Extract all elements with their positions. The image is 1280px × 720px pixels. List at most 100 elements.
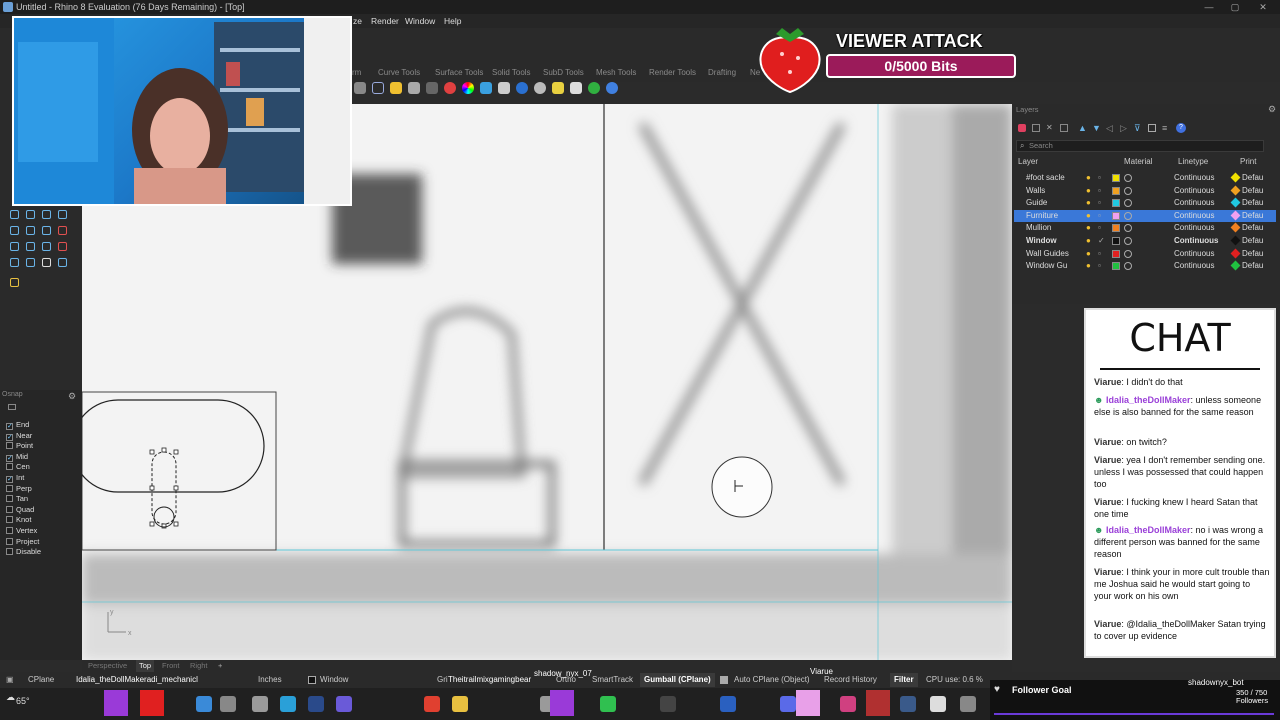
layer-row[interactable]: #foot sacle ● ▫ Continuous Defau — [1014, 172, 1276, 184]
tab-perspective[interactable]: Perspective — [88, 660, 127, 672]
globe-icon[interactable] — [588, 82, 600, 94]
col-layer[interactable]: Layer — [1018, 157, 1038, 166]
osnap-cen[interactable]: Cen — [6, 462, 30, 472]
layer-print[interactable]: Defau — [1242, 210, 1263, 222]
layer-row[interactable]: Window ● ✓ Continuous Defau — [1014, 235, 1276, 247]
print-color-icon[interactable] — [1230, 222, 1241, 233]
osnap-int[interactable]: ✓ Int — [6, 473, 24, 483]
material-icon[interactable] — [1124, 199, 1132, 208]
layer-color-swatch[interactable] — [1112, 224, 1120, 233]
osnap-point[interactable]: Point — [6, 441, 33, 451]
osnap-checkbox[interactable] — [6, 484, 13, 492]
menu-window[interactable]: Window — [405, 14, 435, 28]
layer-row[interactable]: Window Gu ● ▫ Continuous Defau — [1014, 260, 1276, 272]
layer-print[interactable]: Defau — [1242, 222, 1263, 234]
layer-linetype[interactable]: Continuous — [1174, 197, 1214, 209]
print-color-icon[interactable] — [1230, 172, 1241, 183]
rotate-view-icon[interactable] — [372, 82, 384, 94]
osnap-tan[interactable]: Tan — [6, 494, 28, 504]
word-icon[interactable] — [720, 696, 736, 712]
layer-linetype[interactable]: Continuous — [1174, 222, 1214, 234]
osnap-checkbox[interactable] — [6, 463, 13, 471]
lock-icon[interactable]: ▫ — [1098, 185, 1101, 197]
visibility-bulb-icon[interactable]: ● — [1086, 210, 1091, 222]
tab-front[interactable]: Front — [162, 660, 180, 672]
filter-icon[interactable]: ⊽ — [1134, 123, 1141, 134]
curve-tool-icon[interactable] — [58, 210, 67, 219]
text-tool-icon[interactable] — [10, 226, 19, 235]
visibility-bulb-icon[interactable]: ● — [1086, 222, 1091, 234]
print-color-icon[interactable] — [1230, 197, 1241, 208]
print-color-icon[interactable] — [1230, 260, 1241, 271]
layer-color-swatch[interactable] — [1112, 211, 1120, 220]
layer-linetype[interactable]: Continuous — [1174, 235, 1218, 247]
layer-linetype[interactable]: Continuous — [1174, 260, 1214, 272]
circle-tool-icon[interactable] — [42, 226, 51, 235]
toolbar-icon[interactable] — [354, 82, 366, 94]
layer-print[interactable]: Defau — [1242, 185, 1263, 197]
list-view-icon[interactable]: ≡ — [1162, 123, 1167, 133]
analyze-tool-icon[interactable] — [58, 258, 67, 267]
material-icon[interactable] — [1124, 262, 1132, 271]
osnap-vertex[interactable]: Vertex — [6, 526, 37, 536]
add-viewport-icon[interactable]: + — [218, 660, 222, 672]
solid-tool-icon[interactable] — [42, 242, 51, 251]
menu-render[interactable]: Render — [371, 14, 399, 28]
mesh-tool-icon[interactable] — [58, 242, 67, 251]
new-sublayer-icon[interactable] — [1032, 124, 1040, 132]
lock-icon[interactable]: ▫ — [1098, 248, 1101, 260]
layer-color-swatch[interactable] — [1112, 262, 1120, 271]
osnap-project[interactable]: Project — [6, 537, 39, 547]
osnap-knot[interactable]: Knot — [6, 515, 31, 525]
osnap-checkbox[interactable] — [6, 505, 13, 513]
steam-icon[interactable] — [900, 696, 916, 712]
status-record-history[interactable]: Record History — [824, 672, 877, 688]
app-icon[interactable] — [960, 696, 976, 712]
layer-color-swatch[interactable] — [1112, 186, 1120, 195]
game-icon[interactable] — [840, 696, 856, 712]
pencil-tool-icon[interactable] — [10, 278, 19, 287]
status-gumball[interactable]: Gumball (CPlane) — [640, 673, 715, 687]
spotify-icon[interactable] — [600, 696, 616, 712]
weather-temp[interactable]: 65° — [16, 696, 30, 706]
grid-tool-icon[interactable] — [26, 242, 35, 251]
osnap-checkbox[interactable] — [6, 442, 13, 450]
lock-icon[interactable]: ▫ — [1098, 222, 1101, 234]
menu-analyze[interactable]: ze — [353, 14, 362, 28]
grid-view-icon[interactable] — [1148, 124, 1156, 132]
visibility-bulb-icon[interactable]: ● — [1086, 197, 1091, 209]
photoshop-icon[interactable] — [308, 696, 324, 712]
material-icon[interactable] — [1124, 224, 1132, 233]
osnap-checkbox[interactable]: ✓ — [6, 423, 13, 430]
osnap-checkbox[interactable] — [6, 537, 13, 545]
layer-row[interactable]: Walls ● ▫ Continuous Defau — [1014, 185, 1276, 197]
layer-color-swatch[interactable] — [1112, 199, 1120, 208]
osnap-near[interactable]: ✓ Near — [6, 431, 32, 441]
gear-icon[interactable]: ⚙ — [68, 391, 76, 402]
layers-search[interactable]: ⌕ Search — [1016, 140, 1264, 152]
copy-layer-icon[interactable] — [1060, 124, 1068, 132]
layer-linetype[interactable]: Continuous — [1174, 185, 1214, 197]
start-icon[interactable] — [196, 696, 212, 712]
weather-icon[interactable]: ☁ — [6, 692, 15, 703]
layer-color-swatch[interactable] — [1112, 174, 1120, 182]
close-button[interactable]: ✕ — [1250, 0, 1276, 14]
osnap-checkbox[interactable] — [6, 516, 13, 524]
bulb-icon[interactable] — [408, 82, 420, 94]
print-color-icon[interactable] — [1230, 248, 1241, 259]
print-color-icon[interactable] — [1230, 235, 1241, 246]
new-layer-icon[interactable] — [1018, 124, 1026, 132]
array-tool-icon[interactable] — [26, 258, 35, 267]
status-grid-snap[interactable]: Gri — [437, 672, 448, 688]
discord-icon[interactable] — [780, 696, 796, 712]
tab-transform[interactable]: rm — [352, 66, 361, 80]
status-cplane[interactable]: CPlane — [28, 672, 54, 688]
light-icon[interactable] — [390, 82, 402, 94]
color-wheel-icon[interactable] — [462, 82, 474, 94]
osnap-checkbox[interactable]: ✓ — [6, 454, 13, 462]
visibility-bulb-icon[interactable]: ● — [1086, 235, 1091, 247]
settings-icon[interactable] — [570, 82, 582, 94]
material-icon[interactable] — [1124, 237, 1132, 245]
lock-icon[interactable]: ▫ — [1098, 172, 1101, 184]
osnap-perp[interactable]: Perp — [6, 484, 32, 494]
